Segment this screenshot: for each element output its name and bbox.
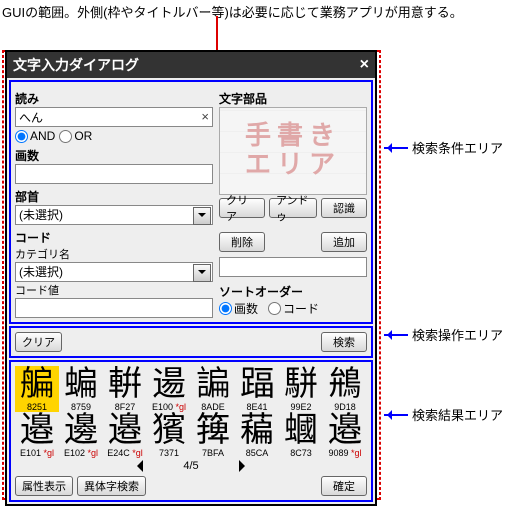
glyph-code: 99E2 (279, 402, 323, 412)
glyph-code: 7371 (147, 448, 191, 458)
glyph-char: 藊 (235, 414, 279, 448)
glyph-code: 85CA (235, 448, 279, 458)
clear-button[interactable]: クリア (219, 198, 265, 218)
strokes-label: 画数 (15, 147, 213, 164)
glyph-code: 8251 (15, 402, 59, 412)
add-button[interactable]: 追加 (321, 232, 367, 252)
moji-parts-label: 文字部品 (219, 90, 367, 107)
annotation-condition: 検索条件エリア (384, 138, 503, 157)
glyph-cell[interactable]: 駢99E2 (279, 366, 323, 412)
annotation-operation: 検索操作エリア (384, 325, 503, 344)
titlebar[interactable]: 文字入力ダイアログ × (7, 52, 375, 78)
glyph-cell[interactable]: 踾8E41 (235, 366, 279, 412)
glyph-char: 邉 (103, 414, 147, 448)
glyph-char: 鴘 (323, 368, 367, 402)
delete-button[interactable]: 削除 (219, 232, 265, 252)
glyph-cell[interactable]: 蟈8C73 (279, 412, 323, 458)
search-button[interactable]: 検索 (321, 332, 367, 352)
search-condition-area: 読み × AND OR 画数 部首 (未選択) コード カテゴリ名 (未選択) … (9, 80, 373, 324)
glyph-code: 7BFA (191, 448, 235, 458)
reading-label: 読み (15, 90, 213, 107)
strokes-input[interactable] (15, 164, 213, 184)
next-page-icon[interactable] (239, 460, 251, 472)
sort-label: ソートオーダー (219, 283, 367, 300)
glyph-char: 蝙 (59, 368, 103, 402)
glyph-cell[interactable]: 邉9089 *gl (323, 412, 367, 458)
glyph-cell[interactable]: 邊E102 *gl (59, 412, 103, 458)
clear-all-button[interactable]: クリア (15, 332, 62, 352)
reading-input[interactable] (15, 107, 213, 127)
and-label: AND (30, 129, 55, 143)
and-radio[interactable] (15, 130, 28, 143)
glyph-char: 邉 (15, 414, 59, 448)
glyph-cell[interactable]: 輧8F27 (103, 366, 147, 412)
gui-bounds (379, 50, 381, 500)
glyph-code: 8ADE (191, 402, 235, 412)
handwrite-area[interactable]: 手書き エリア (219, 107, 367, 195)
glyph-code: 8E41 (235, 402, 279, 412)
parts-input[interactable] (219, 257, 367, 277)
glyph-cell[interactable]: 篺7BFA (191, 412, 235, 458)
codeval-input[interactable] (15, 298, 213, 318)
glyph-cell[interactable]: 逿E100 *gl (147, 366, 191, 412)
glyph-char: 獱 (147, 414, 191, 448)
glyph-char: 艑 (15, 368, 59, 402)
gui-bounds (2, 50, 4, 500)
glyph-code: E101 *gl (15, 448, 59, 458)
search-results-area: 艑8251蝙8759輧8F27逿E100 *gl諞8ADE踾8E41駢99E2鴘… (9, 360, 373, 502)
glyph-char: 踾 (235, 368, 279, 402)
glyph-char: 逿 (147, 368, 191, 402)
category-label: カテゴリ名 (15, 246, 213, 262)
codeval-label: コード値 (15, 282, 213, 298)
confirm-button[interactable]: 確定 (321, 476, 367, 496)
glyph-char: 邊 (59, 414, 103, 448)
sort-strokes-label: 画数 (234, 300, 258, 317)
glyph-code: 8759 (59, 402, 103, 412)
glyph-code: E100 *gl (147, 402, 191, 412)
variant-button[interactable]: 異体字検索 (77, 476, 146, 496)
radical-label: 部首 (15, 188, 213, 205)
recognize-button[interactable]: 認識 (321, 198, 367, 218)
annotation-result: 検索結果エリア (384, 405, 503, 424)
glyph-cell[interactable]: 獱7371 (147, 412, 191, 458)
glyph-code: 9D18 (323, 402, 367, 412)
glyph-char: 諞 (191, 368, 235, 402)
sort-strokes-radio[interactable] (219, 302, 232, 315)
top-note: GUIの範囲。外側(枠やタイトルバー等)は必要に応じて業務アプリが用意する。 (2, 2, 463, 21)
or-radio[interactable] (59, 130, 72, 143)
dialog-window: 文字入力ダイアログ × 読み × AND OR 画数 部首 (未選択) コード (5, 50, 377, 506)
glyph-cell[interactable]: 諞8ADE (191, 366, 235, 412)
glyph-char: 輧 (103, 368, 147, 402)
sort-code-label: コード (283, 300, 319, 317)
glyph-code: 8C73 (279, 448, 323, 458)
glyph-code: E102 *gl (59, 448, 103, 458)
glyph-char: 篺 (191, 414, 235, 448)
glyph-cell[interactable]: 艑8251 (15, 366, 59, 412)
sort-code-radio[interactable] (268, 302, 281, 315)
close-icon[interactable]: × (360, 56, 369, 74)
undo-button[interactable]: アンドゥ (269, 198, 317, 218)
clear-x-icon[interactable]: × (201, 109, 209, 124)
glyph-cell[interactable]: 藊85CA (235, 412, 279, 458)
category-select[interactable]: (未選択) (15, 262, 213, 282)
glyph-cell[interactable]: 鴘9D18 (323, 366, 367, 412)
glyph-cell[interactable]: 邉E24C *gl (103, 412, 147, 458)
page-indicator: 4/5 (183, 460, 198, 472)
glyph-char: 駢 (279, 368, 323, 402)
search-operation-area: クリア 検索 (9, 326, 373, 358)
glyph-code: 8F27 (103, 402, 147, 412)
glyph-code: 9089 *gl (323, 448, 367, 458)
attr-button[interactable]: 属性表示 (15, 476, 73, 496)
glyph-cell[interactable]: 蝙8759 (59, 366, 103, 412)
glyph-cell[interactable]: 邉E101 *gl (15, 412, 59, 458)
glyph-char: 蟈 (279, 414, 323, 448)
window-title: 文字入力ダイアログ (13, 55, 360, 75)
prev-page-icon[interactable] (131, 460, 143, 472)
handwrite-placeholder: 手書き エリア (245, 122, 341, 179)
glyph-char: 邉 (323, 414, 367, 448)
radical-select[interactable]: (未選択) (15, 205, 213, 225)
code-label: コード (15, 229, 213, 246)
or-label: OR (74, 129, 92, 143)
glyph-code: E24C *gl (103, 448, 147, 458)
